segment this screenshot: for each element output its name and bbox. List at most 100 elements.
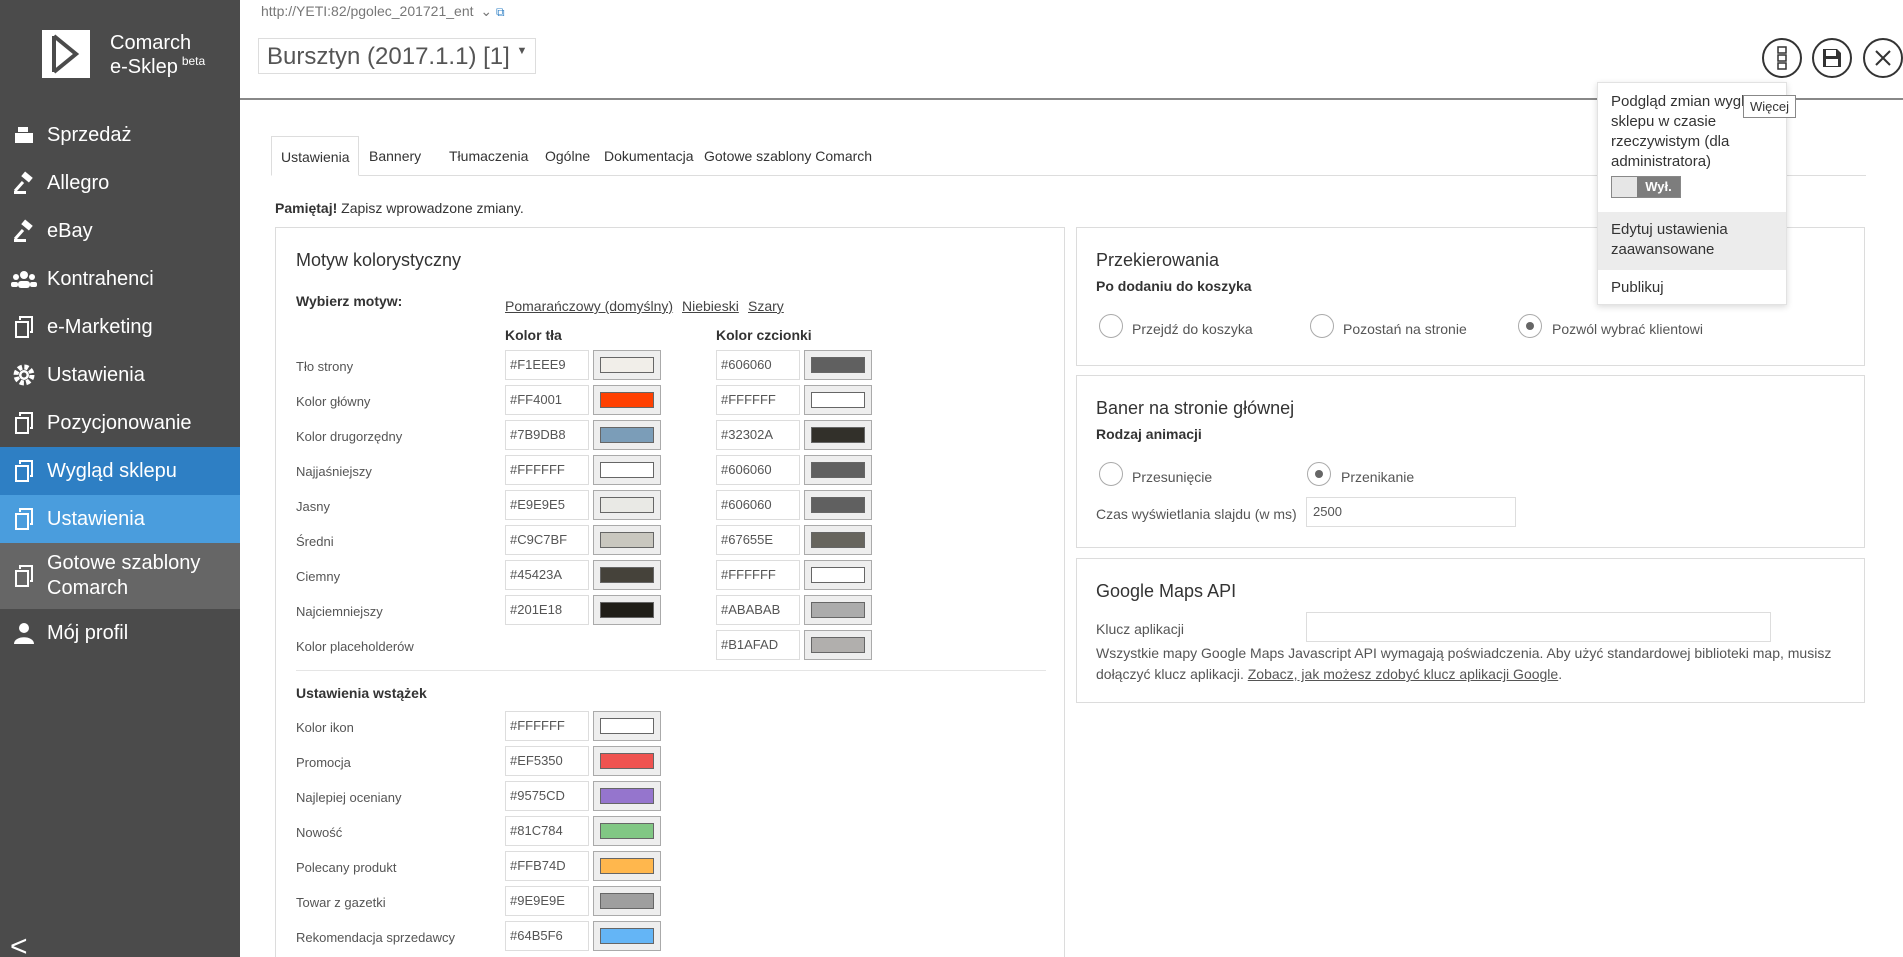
- ribbon-color-swatch[interactable]: [593, 781, 661, 811]
- ribbon-color-input[interactable]: #EF5350: [505, 746, 589, 776]
- tab-bannery[interactable]: Bannery: [360, 136, 430, 176]
- theme-link-grey[interactable]: Szary: [748, 298, 784, 314]
- live-preview-toggle[interactable]: Wył.: [1611, 176, 1681, 198]
- font-color-swatch[interactable]: [804, 350, 872, 380]
- comarch-logo-icon: [42, 30, 90, 78]
- theme-link-blue[interactable]: Niebieski: [682, 298, 739, 314]
- close-button[interactable]: [1863, 38, 1903, 78]
- font-color-input[interactable]: #606060: [716, 455, 800, 485]
- brand-logo[interactable]: Comarch e-Sklep beta: [40, 28, 230, 84]
- bg-color-input[interactable]: #201E18: [505, 595, 589, 625]
- api-key-help-link[interactable]: Zobacz, jak możesz zdobyć klucz aplikacj…: [1248, 666, 1558, 682]
- ribbon-color-input[interactable]: #FFB74D: [505, 851, 589, 881]
- toggle-state: Wył.: [1637, 177, 1680, 197]
- sidebar-item-label: Gotowe szablony Comarch: [47, 552, 201, 599]
- note-end: .: [1558, 666, 1563, 682]
- bg-color-input[interactable]: #FFFFFF: [505, 455, 589, 485]
- more-button[interactable]: [1762, 38, 1802, 78]
- chevron-down-icon[interactable]: ⌄: [480, 3, 492, 19]
- slide-time-label: Czas wyświetlania slajdu (w ms): [1096, 506, 1297, 522]
- font-color-input[interactable]: #B1AFAD: [716, 630, 800, 660]
- color-row-label: Ciemny: [296, 569, 341, 584]
- sidebar-item-e-marketing[interactable]: e-Marketing: [0, 303, 240, 351]
- font-color-swatch[interactable]: [804, 595, 872, 625]
- ribbon-color-swatch[interactable]: [593, 851, 661, 881]
- ribbon-row-label: Rekomendacja sprzedawcy: [296, 930, 455, 945]
- bg-color-input[interactable]: #FF4001: [505, 385, 589, 415]
- swatch-fill: [811, 602, 865, 618]
- menu-item-publish[interactable]: Publikuj: [1598, 270, 1786, 306]
- font-color-input[interactable]: #FFFFFF: [716, 385, 800, 415]
- bg-color-input[interactable]: #F1EEE9: [505, 350, 589, 380]
- ribbon-color-swatch[interactable]: [593, 711, 661, 741]
- api-key-input[interactable]: [1306, 612, 1771, 642]
- ribbon-color-swatch[interactable]: [593, 886, 661, 916]
- radio-let-client-choose[interactable]: [1518, 314, 1542, 338]
- external-link-icon[interactable]: ⧉: [496, 5, 505, 19]
- tab-ogolne[interactable]: Ogólne: [536, 136, 599, 176]
- sidebar-item-sprzedaz[interactable]: Sprzedaż: [0, 111, 240, 159]
- radio-stay-on-page[interactable]: [1310, 314, 1334, 338]
- sidebar-item-ustawienia-sub[interactable]: Ustawienia: [0, 495, 240, 543]
- sidebar-item-ebay[interactable]: eBay: [0, 207, 240, 255]
- bg-color-swatch[interactable]: [593, 455, 661, 485]
- font-color-input[interactable]: #ABABAB: [716, 595, 800, 625]
- sidebar-item-wyglad-sklepu[interactable]: Wygląd sklepu: [0, 447, 240, 495]
- bg-color-swatch[interactable]: [593, 560, 661, 590]
- bg-color-swatch[interactable]: [593, 420, 661, 450]
- tab-gotowe-szablony[interactable]: Gotowe szablony Comarch: [695, 136, 881, 176]
- column-header-bg: Kolor tła: [505, 327, 562, 343]
- bg-color-swatch[interactable]: [593, 490, 661, 520]
- font-color-swatch[interactable]: [804, 420, 872, 450]
- store-select[interactable]: Bursztyn (2017.1.1) [1] ▼: [258, 38, 537, 74]
- radio-fade[interactable]: [1307, 462, 1331, 486]
- font-color-swatch[interactable]: [804, 490, 872, 520]
- tab-tlumaczenia[interactable]: Tłumaczenia: [440, 136, 537, 176]
- ribbon-color-input[interactable]: #9575CD: [505, 781, 589, 811]
- bg-color-swatch[interactable]: [593, 350, 661, 380]
- font-color-input[interactable]: #67655E: [716, 525, 800, 555]
- slide-time-input[interactable]: 2500: [1306, 497, 1516, 527]
- ribbon-color-input[interactable]: #64B5F6: [505, 921, 589, 951]
- font-color-swatch[interactable]: [804, 455, 872, 485]
- color-row-label: Tło strony: [296, 359, 354, 374]
- ribbon-color-swatch[interactable]: [593, 816, 661, 846]
- sidebar-item-moj-profil[interactable]: Mój profil: [0, 609, 240, 657]
- sidebar-item-allegro[interactable]: Allegro: [0, 159, 240, 207]
- collapse-sidebar-icon[interactable]: <: [10, 930, 28, 957]
- bg-color-input[interactable]: #45423A: [505, 560, 589, 590]
- reminder-bold: Pamiętaj!: [275, 200, 338, 216]
- bg-color-input[interactable]: #E9E9E5: [505, 490, 589, 520]
- sidebar-item-gotowe-szablony[interactable]: Gotowe szablony Comarch: [0, 543, 240, 609]
- bg-color-swatch[interactable]: [593, 385, 661, 415]
- radio-go-to-cart[interactable]: [1099, 314, 1123, 338]
- tab-ustawienia[interactable]: Ustawienia: [271, 136, 360, 176]
- reminder-text: Zapisz wprowadzone zmiany.: [337, 200, 524, 216]
- font-color-input[interactable]: #606060: [716, 490, 800, 520]
- bg-color-swatch[interactable]: [593, 595, 661, 625]
- menu-item-advanced-settings[interactable]: Edytuj ustawienia zaawansowane: [1598, 212, 1786, 270]
- tab-dokumentacja[interactable]: Dokumentacja: [595, 136, 703, 176]
- ribbon-color-swatch[interactable]: [593, 746, 661, 776]
- theme-link-orange[interactable]: Pomarańczowy (domyślny): [505, 298, 673, 314]
- font-color-input[interactable]: #32302A: [716, 420, 800, 450]
- font-color-swatch[interactable]: [804, 525, 872, 555]
- ribbon-color-input[interactable]: #81C784: [505, 816, 589, 846]
- font-color-swatch[interactable]: [804, 560, 872, 590]
- bg-color-input[interactable]: #C9C7BF: [505, 525, 589, 555]
- font-color-input[interactable]: #606060: [716, 350, 800, 380]
- font-color-swatch[interactable]: [804, 385, 872, 415]
- sidebar-item-ustawienia[interactable]: Ustawienia: [0, 351, 240, 399]
- font-color-swatch[interactable]: [804, 630, 872, 660]
- ribbon-color-input[interactable]: #FFFFFF: [505, 711, 589, 741]
- radio-slide[interactable]: [1099, 462, 1123, 486]
- bg-color-swatch[interactable]: [593, 525, 661, 555]
- sidebar-item-pozycjonowanie[interactable]: Pozycjonowanie: [0, 399, 240, 447]
- sidebar-item-kontrahenci[interactable]: Kontrahenci: [0, 255, 240, 303]
- font-color-input[interactable]: #FFFFFF: [716, 560, 800, 590]
- ribbon-color-swatch[interactable]: [593, 921, 661, 951]
- ribbon-color-input[interactable]: #9E9E9E: [505, 886, 589, 916]
- radio-label: Przejdź do koszyka: [1132, 321, 1253, 337]
- bg-color-input[interactable]: #7B9DB8: [505, 420, 589, 450]
- save-button[interactable]: [1812, 38, 1852, 78]
